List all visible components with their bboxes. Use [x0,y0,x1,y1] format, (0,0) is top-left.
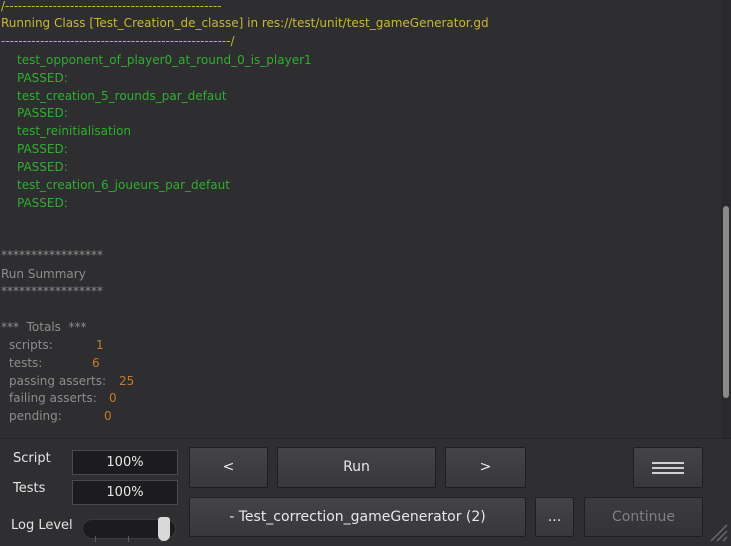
scrollbar-thumb[interactable] [723,206,729,398]
run-button[interactable]: Run [277,447,436,488]
total-label: passing asserts: [9,374,107,388]
test-name: test_creation_5_rounds_par_defaut [17,89,227,103]
slider-tick [128,536,129,542]
tests-progress: 100% [72,480,178,505]
passed-line: PASSED: [17,106,68,120]
log-level-label: Log Level [11,518,73,533]
resize-grip-icon[interactable] [707,521,729,543]
previous-button[interactable]: < [189,447,268,488]
total-label: tests: [9,356,43,370]
class-header: Running Class [Test_Creation_de_classe] … [1,16,489,30]
total-label: pending: [9,409,62,423]
output-log[interactable]: /---------------------------------------… [0,0,721,438]
summary-stars: ***************** [1,284,103,298]
log-level-handle[interactable] [158,517,170,541]
passed-line: PASSED: [17,142,68,156]
tests-label: Tests [13,481,46,496]
more-button[interactable]: ... [535,497,574,537]
script-label: Script [13,451,51,466]
hamburger-icon [652,462,684,474]
total-value: 0 [109,391,117,405]
separator-bottom: ----------------------------------------… [1,34,235,48]
passed-line: PASSED: [17,196,68,210]
control-panel: Script 100% Tests 100% Log Level < Run >… [0,438,731,546]
script-select[interactable]: - Test_correction_gameGenerator (2) [189,497,526,537]
menu-button[interactable] [633,447,703,488]
total-value: 25 [119,374,135,388]
separator-top: /---------------------------------------… [1,0,222,13]
test-name: test_reinitialisation [17,124,132,138]
next-button[interactable]: > [445,447,526,488]
total-label: scripts: [9,338,53,352]
summary-title: Run Summary [1,267,86,281]
totals-title: *** Totals *** [1,320,87,334]
script-progress: 100% [72,450,178,475]
test-name: test_creation_6_joueurs_par_defaut [17,178,230,192]
total-label: failing asserts: [9,391,97,405]
log-scrollbar[interactable] [721,0,731,438]
continue-button[interactable]: Continue [584,497,703,537]
passed-line: PASSED: [17,160,68,174]
test-name: test_opponent_of_player0_at_round_0_is_p… [17,53,312,67]
total-value: 6 [92,356,100,370]
slider-tick [95,536,96,542]
total-value: 0 [104,409,112,423]
total-value: 1 [96,338,104,352]
summary-stars: ***************** [1,248,103,262]
passed-line: PASSED: [17,71,68,85]
